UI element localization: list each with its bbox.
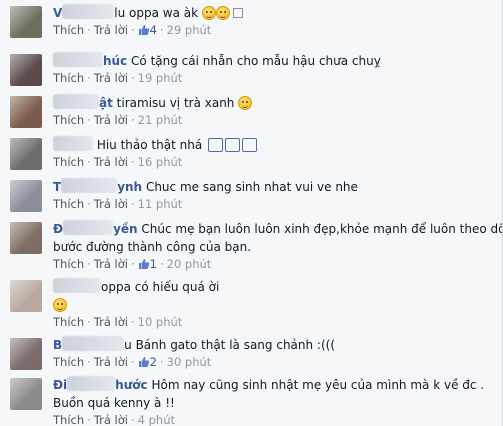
comment-actions: Thích · Trả lời · 4 phút	[53, 413, 175, 426]
timestamp[interactable]: 30 phút	[167, 355, 212, 369]
comment-line: Đi hước Hôm nay cũng sinh nhật mẹ yêu của…	[53, 376, 485, 392]
like-count[interactable]: 2	[138, 355, 157, 369]
avatar[interactable]	[10, 96, 42, 128]
reply-link[interactable]: Trả lời	[94, 257, 128, 271]
timestamp[interactable]: 4 phút	[138, 413, 175, 426]
commenter-name[interactable]: B	[53, 338, 62, 352]
comment-line: ật tiramisu vị trà xanh	[53, 94, 489, 112]
thumbs-up-icon	[138, 25, 149, 35]
reply-link[interactable]: Trả lời	[94, 413, 128, 426]
censored-name	[67, 376, 116, 391]
comment-line: húc Có tặng cái nhẫn cho mẫu hậu chưa ch…	[53, 52, 489, 70]
avatar[interactable]	[10, 378, 42, 410]
censored-name	[63, 220, 114, 235]
comment-actions: Thích · Trả lời · 1 · 20 phút	[53, 257, 212, 271]
like-link[interactable]: Thích	[53, 71, 84, 85]
timestamp[interactable]: 21 phút	[138, 113, 183, 127]
comment-text: Hôm nay cũng sinh nhật mẹ yêu của mình m…	[151, 378, 485, 392]
comment-text-continued: Buồn quá kenny à !!	[53, 396, 175, 410]
comment-line: bước đường thành công của bạn.	[53, 238, 489, 256]
avatar[interactable]	[10, 280, 42, 312]
comment-text: lu oppa wa àk	[114, 6, 199, 20]
thumbs-up-icon	[138, 357, 149, 367]
like-link[interactable]: Thích	[53, 315, 84, 329]
timestamp[interactable]: 11 phút	[138, 197, 183, 211]
like-count[interactable]: 4	[138, 23, 157, 37]
comment-line	[53, 296, 489, 314]
timestamp[interactable]: 29 phút	[167, 23, 212, 37]
comment-actions: Thích · Trả lời · 10 phút	[53, 315, 183, 329]
comment-text: oppa có hiếu quá ời	[101, 280, 220, 294]
commenter-name[interactable]: húc	[103, 54, 127, 68]
comment-line: Tynh Chuc me sang sinh nhat vui ve nhe	[53, 178, 358, 194]
comment-actions: Thích · Trả lời · 16 phút	[53, 155, 183, 169]
commenter-name[interactable]: T	[53, 180, 61, 194]
avatar[interactable]	[10, 180, 42, 212]
censored-name	[53, 278, 101, 293]
smile-emoji-icon	[238, 96, 253, 110]
censored-name	[62, 4, 115, 19]
comment-line: Hiu thảo thật nhá	[53, 136, 489, 154]
commenter-name[interactable]: V	[53, 6, 62, 20]
comment-text: u Bánh gato thật là sang chảnh :(((	[124, 338, 336, 352]
like-sticker-icon	[208, 138, 224, 152]
comment-actions: Thích · Trả lời · 4 · 29 phút	[53, 23, 212, 37]
like-count[interactable]: 1	[138, 257, 157, 271]
avatar[interactable]	[10, 338, 42, 370]
comment-text: Chúc mẹ bạn luôn luôn xinh đẹp,khỏe mạnh…	[141, 222, 503, 236]
reply-link[interactable]: Trả lời	[94, 155, 128, 169]
kiss-emoji-icon	[215, 6, 230, 20]
like-link[interactable]: Thích	[53, 197, 84, 211]
comment-text: Chuc me sang sinh nhat vui ve nhe	[145, 180, 358, 194]
reply-link[interactable]: Trả lời	[94, 23, 128, 37]
commenter-name[interactable]: Đi	[53, 378, 67, 392]
censored-name	[53, 136, 93, 151]
commenter-name[interactable]: ật	[99, 96, 113, 110]
like-link[interactable]: Thích	[53, 355, 84, 369]
like-link[interactable]: Thích	[53, 23, 84, 37]
avatar[interactable]	[10, 54, 42, 86]
unknown-glyph-icon	[232, 8, 243, 18]
reply-link[interactable]: Trả lời	[94, 355, 128, 369]
censored-name	[61, 178, 118, 193]
reply-link[interactable]: Trả lời	[94, 71, 128, 85]
comment-actions: Thích · Trả lời · 21 phút	[53, 113, 183, 127]
comment-actions: Thích · Trả lời · 11 phút	[53, 197, 183, 211]
commenter-name[interactable]: Đ	[53, 222, 63, 236]
comment-text: Hiu thảo thật nhá	[96, 138, 203, 152]
comment-line: Đyền Chúc mẹ bạn luôn luôn xinh đẹp,khỏe…	[53, 220, 502, 238]
like-sticker-icon	[242, 138, 258, 152]
reply-link[interactable]: Trả lời	[94, 113, 128, 127]
reply-link[interactable]: Trả lời	[94, 197, 128, 211]
like-link[interactable]: Thích	[53, 257, 84, 271]
timestamp[interactable]: 16 phút	[138, 155, 183, 169]
comment-text: tiramisu vị trà xanh	[116, 96, 235, 110]
thumbs-up-icon	[138, 259, 149, 269]
comment-line: Buồn quá kenny à !!	[53, 394, 489, 412]
censored-name	[53, 52, 103, 67]
avatar[interactable]	[10, 6, 42, 38]
censored-name	[62, 336, 125, 351]
like-link[interactable]: Thích	[53, 155, 84, 169]
like-link[interactable]: Thích	[53, 413, 84, 426]
comment-thread: Vlu oppa wa àk Thích · Trả lời · 4 · 29 phút h…	[0, 0, 503, 426]
comment-line: Vlu oppa wa àk	[53, 4, 489, 22]
timestamp[interactable]: 20 phút	[167, 257, 212, 271]
comment-actions: Thích · Trả lời · 19 phút	[53, 71, 183, 85]
timestamp[interactable]: 19 phút	[138, 71, 183, 85]
like-link[interactable]: Thích	[53, 113, 84, 127]
grin-emoji-icon	[201, 6, 216, 20]
smile-emoji-icon	[53, 298, 67, 312]
avatar[interactable]	[10, 138, 42, 170]
comment-text: Có tặng cái nhẫn cho mẫu hậu chưa chuỵ	[131, 54, 381, 68]
like-sticker-icon	[225, 138, 241, 152]
reply-link[interactable]: Trả lời	[94, 315, 128, 329]
censored-name	[53, 94, 99, 109]
avatar[interactable]	[10, 222, 42, 254]
comment-line: Bu Bánh gato thật là sang chảnh :(((	[53, 336, 489, 354]
timestamp[interactable]: 10 phút	[138, 315, 183, 329]
comment-actions: Thích · Trả lời · 2 · 30 phút	[53, 355, 212, 369]
comment-line: oppa có hiếu quá ời	[53, 278, 489, 296]
comment-text-continued: bước đường thành công của bạn.	[53, 240, 252, 254]
